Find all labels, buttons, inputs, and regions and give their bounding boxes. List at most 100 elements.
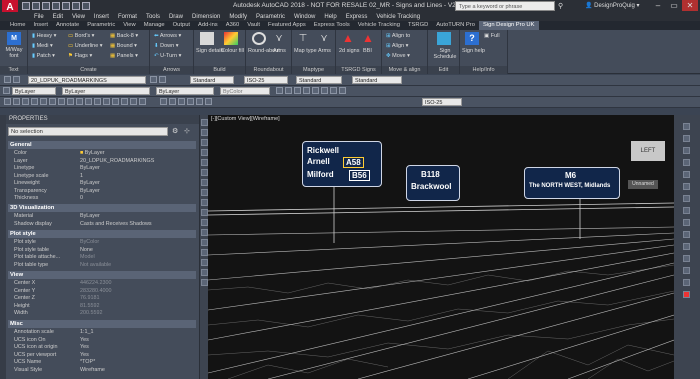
2d-signs-button[interactable]: 2d signs: [339, 48, 360, 54]
gradient-tool-icon[interactable]: [201, 249, 208, 256]
materials-icon[interactable]: [683, 267, 690, 274]
prop-row[interactable]: Thickness 0: [8, 195, 196, 203]
prop-row[interactable]: Width 200.5592: [8, 310, 196, 318]
mleader-style-dropdown[interactable]: Standard: [352, 76, 402, 84]
undo-icon[interactable]: [72, 2, 80, 10]
line-tool-icon[interactable]: [201, 119, 208, 126]
tolerance-icon[interactable]: [205, 98, 212, 105]
prop-row[interactable]: Plot style ByColor: [8, 239, 196, 247]
down-button[interactable]: ⬇ Down ▾: [154, 43, 179, 49]
linetype-dropdown[interactable]: ByLayer: [62, 87, 150, 95]
medium-button[interactable]: ▮ Medi ▾: [32, 43, 53, 49]
stretch-icon[interactable]: [76, 98, 83, 105]
table-tool-icon[interactable]: [201, 269, 208, 276]
menu-parametric[interactable]: Parametric: [256, 14, 285, 20]
user-account[interactable]: 👤 DesignProQuig ▾: [585, 2, 640, 9]
polyline-tool-icon[interactable]: [201, 139, 208, 146]
properties-icon[interactable]: [683, 207, 690, 214]
bbi-sign-icon[interactable]: ▲: [361, 32, 375, 45]
full-navigation-wheel-icon[interactable]: [683, 123, 690, 130]
maximize-icon[interactable]: ▭: [666, 0, 682, 11]
warning-sign-icon[interactable]: ▲: [341, 32, 355, 45]
select-objects-icon[interactable]: ⊹: [184, 127, 190, 135]
selection-dropdown[interactable]: No selection: [8, 127, 168, 136]
quickcalc-icon[interactable]: [683, 255, 690, 262]
text-style-dropdown[interactable]: Standard: [190, 76, 234, 84]
region-tool-icon[interactable]: [201, 259, 208, 266]
prop-row[interactable]: Layer 20_LDPUK_ROADMARKINGS: [8, 158, 196, 166]
array-icon[interactable]: [40, 98, 47, 105]
leader-icon[interactable]: [196, 98, 203, 105]
chamfer-icon[interactable]: [121, 98, 128, 105]
flags-button[interactable]: ⚑ Flags ▾: [68, 53, 92, 59]
layer-dropdown[interactable]: 20_LDPUK_ROADMARKINGS: [28, 76, 146, 84]
prop-row[interactable]: Plot style table None: [8, 247, 196, 255]
table-style-dropdown[interactable]: Standard: [296, 76, 342, 84]
tab-add-ins[interactable]: Add-ins: [194, 21, 222, 30]
panels-button[interactable]: ▦ Panels ▾: [110, 53, 138, 59]
dim-linear-icon[interactable]: [160, 98, 167, 105]
layer-state-icon[interactable]: [13, 76, 20, 83]
pan-icon[interactable]: [683, 135, 690, 142]
color-dropdown[interactable]: ByLayer: [12, 87, 56, 95]
prop-row[interactable]: Height 81.5592: [8, 303, 196, 311]
prop-row[interactable]: Linetype scale 1: [8, 173, 196, 181]
dim-angular-icon[interactable]: [187, 98, 194, 105]
explode-icon[interactable]: [139, 98, 146, 105]
menu-format[interactable]: Format: [118, 14, 137, 20]
visual-styles-icon[interactable]: [683, 279, 690, 286]
sign-b118[interactable]: B118 Brackwool: [406, 165, 460, 201]
full-button[interactable]: ▣ Full: [484, 33, 500, 39]
rectangle-icon[interactable]: [321, 87, 328, 94]
hatch-icon[interactable]: [330, 87, 337, 94]
mway-font-button[interactable]: M/Way font: [1, 47, 27, 59]
roundabout-icon[interactable]: [252, 32, 266, 45]
plotstyle-dropdown[interactable]: ByColor: [220, 87, 270, 95]
patch-button[interactable]: ▮ Patch ▾: [32, 53, 55, 59]
ellipse-tool-icon[interactable]: [201, 199, 208, 206]
layers-icon[interactable]: [683, 219, 690, 226]
tab-a360[interactable]: A360: [222, 21, 244, 30]
tab-sign-design-pro[interactable]: Sign Design Pro UK: [478, 21, 539, 30]
sheet-set-icon[interactable]: [683, 231, 690, 238]
sign-a58[interactable]: Rickwell Arnell A58 Milford B56: [302, 141, 382, 187]
tab-insert[interactable]: Insert: [29, 21, 52, 30]
map-type-button[interactable]: Map type: [294, 48, 317, 54]
tab-vehicle-tracking[interactable]: Vehicle Tracking: [354, 21, 404, 30]
dim-radius-icon[interactable]: [178, 98, 185, 105]
tool-palette-icon[interactable]: [683, 183, 690, 190]
fillet-icon[interactable]: [130, 98, 137, 105]
rotate-icon[interactable]: [58, 98, 65, 105]
erase-icon[interactable]: [4, 98, 11, 105]
orbit-icon[interactable]: [683, 159, 690, 166]
markup-icon[interactable]: [683, 243, 690, 250]
minimize-icon[interactable]: –: [650, 0, 666, 11]
mtext-tool-icon[interactable]: [201, 279, 208, 286]
sign-schedule-icon[interactable]: [437, 32, 451, 45]
prop-row[interactable]: Center Y 283280.4000: [8, 288, 196, 296]
tab-view[interactable]: View: [119, 21, 139, 30]
prop-row[interactable]: Visual Style Wireframe: [8, 367, 196, 375]
underline-button[interactable]: ▭ Underline ▾: [68, 43, 103, 49]
binoculars-icon[interactable]: ⚲: [558, 2, 563, 10]
menu-help[interactable]: Help: [324, 14, 336, 20]
prop-row[interactable]: UCS per viewport Yes: [8, 352, 196, 360]
prop-row[interactable]: Center X 446224.2300: [8, 280, 196, 288]
prop-row[interactable]: Linetype ByLayer: [8, 165, 196, 173]
arms-icon[interactable]: ⋎: [272, 32, 286, 45]
section-view[interactable]: View: [8, 271, 196, 279]
move-button[interactable]: ✥ Move ▾: [386, 53, 410, 59]
drawing-viewport[interactable]: [-][Custom View][Wireframe] Rickwell Arn…: [208, 115, 674, 379]
menu-vehicle-tracking[interactable]: Vehicle Tracking: [376, 14, 420, 20]
prop-row[interactable]: UCS icon at origin Yes: [8, 344, 196, 352]
tab-autoturn-pro[interactable]: AutoTURN Pro: [432, 21, 479, 30]
help-icon[interactable]: ?: [465, 32, 479, 45]
tab-annotate[interactable]: Annotate: [52, 21, 83, 30]
menu-modify[interactable]: Modify: [229, 14, 247, 20]
open-icon[interactable]: [32, 2, 40, 10]
copy-icon[interactable]: [13, 98, 20, 105]
viewport-controls-label[interactable]: [-][Custom View][Wireframe]: [211, 116, 280, 122]
borders-button[interactable]: ▭ Bord's ▾: [68, 33, 94, 39]
layer-previous-icon[interactable]: [159, 76, 166, 83]
xline-icon[interactable]: [285, 87, 292, 94]
